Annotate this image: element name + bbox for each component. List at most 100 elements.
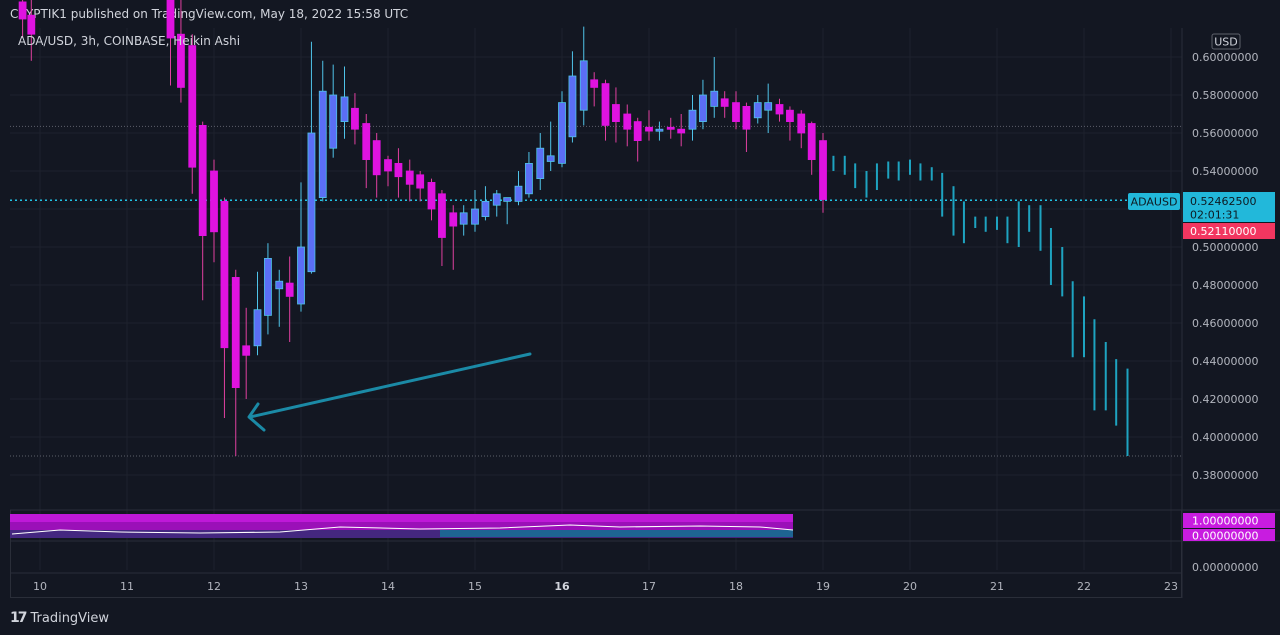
candle-body — [688, 109, 697, 130]
candle-body — [786, 109, 794, 122]
candle-body — [590, 79, 599, 88]
osc-tick-label: 0.00000000 — [1192, 530, 1258, 543]
tradingview-logo-icon: 17 — [10, 610, 28, 626]
oscillator-band-teal — [440, 530, 793, 537]
candle-body — [623, 113, 632, 130]
candle-body — [797, 113, 806, 134]
candle-body — [416, 174, 425, 189]
time-tick-label: 22 — [1077, 580, 1091, 593]
candle-body — [297, 246, 305, 305]
time-tick-label: 16 — [554, 580, 570, 593]
candle-body — [372, 140, 381, 176]
oscillator-band-top — [10, 514, 793, 522]
candle-body — [231, 276, 240, 388]
candle-body — [633, 121, 642, 141]
time-tick-label: 23 — [1164, 580, 1178, 593]
candle-body — [264, 257, 272, 316]
candle-body — [503, 197, 512, 202]
price-tick-label: 0.44000000 — [1192, 355, 1258, 368]
price-chart[interactable]: 0.60000000 0.58000000 0.56000000 0.54000000… — [0, 0, 1280, 600]
candle-body — [558, 102, 566, 164]
price-tick-label: 0.50000000 — [1192, 241, 1258, 254]
candle-body — [720, 98, 729, 107]
candle-body — [210, 170, 218, 233]
footer-bar — [0, 600, 1280, 635]
candle-body — [655, 128, 664, 132]
candle-body — [307, 132, 316, 273]
price-pane — [10, 28, 1182, 510]
candle-body — [612, 104, 620, 123]
candle-body — [188, 45, 197, 168]
candle-body — [384, 159, 392, 172]
time-tick-label: 13 — [294, 580, 308, 593]
candle-body — [351, 107, 359, 130]
candle-body — [601, 83, 610, 126]
time-tick-label: 17 — [642, 580, 656, 593]
candle-body — [753, 102, 762, 119]
time-tick-label: 14 — [381, 580, 395, 593]
price-tick-label: 0.56000000 — [1192, 127, 1258, 140]
candle-body — [645, 126, 653, 132]
candle-body — [807, 123, 816, 160]
osc-tick-label: 1.00000000 — [1192, 515, 1258, 528]
candle-body — [536, 147, 545, 179]
second-price-label: 0.52110000 — [1190, 225, 1256, 238]
candle-body — [677, 128, 686, 134]
candle-body — [546, 155, 555, 162]
time-tick-label: 11 — [120, 580, 134, 593]
price-tick-label: 0.54000000 — [1192, 165, 1258, 178]
candle-body — [471, 208, 479, 225]
symbol-tag-label: ADAUSD — [1131, 196, 1178, 209]
candle-body — [220, 200, 229, 349]
price-tick-label: 0.58000000 — [1192, 89, 1258, 102]
price-tick-label: 0.42000000 — [1192, 393, 1258, 406]
last-price-label: 0.52462500 — [1190, 195, 1256, 208]
candle-body — [362, 123, 371, 160]
candle-body — [166, 0, 175, 39]
candle-body — [318, 90, 327, 198]
currency-label: USD — [1214, 36, 1238, 49]
candle-body — [710, 90, 719, 107]
candle-body — [742, 106, 751, 130]
time-tick-label: 21 — [990, 580, 1004, 593]
candle-body — [18, 1, 27, 20]
time-tick-label: 19 — [816, 580, 830, 593]
candle-body — [438, 193, 446, 238]
candle-body — [459, 212, 468, 225]
candle-body — [699, 94, 707, 123]
price-tick-label: 0.60000000 — [1192, 51, 1258, 64]
candle-body — [198, 125, 207, 236]
price-tick-label: 0.46000000 — [1192, 317, 1258, 330]
candle-body — [275, 280, 284, 290]
candle-body — [666, 126, 675, 130]
candle-body — [514, 185, 523, 202]
candle-body — [394, 162, 403, 178]
candle-body — [405, 170, 414, 185]
candle-body — [525, 162, 533, 195]
time-tick-label: 12 — [207, 580, 221, 593]
candle-body — [732, 102, 740, 122]
candle-body — [764, 102, 773, 111]
tradingview-brand[interactable]: 17 TradingView — [10, 610, 109, 626]
candle-body — [568, 75, 577, 138]
price-tick-label: 0.40000000 — [1192, 431, 1258, 444]
time-tick-label: 18 — [729, 580, 743, 593]
candle-body — [481, 200, 490, 217]
candle-body — [449, 212, 458, 227]
candle-body — [427, 181, 436, 210]
price-tick-label: 0.48000000 — [1192, 279, 1258, 292]
zero-tick-label: 0.00000000 — [1192, 561, 1258, 574]
candle-body — [329, 94, 338, 149]
candle-body — [340, 96, 349, 123]
countdown-label: 02:01:31 — [1190, 209, 1239, 222]
candle-body — [242, 345, 251, 356]
price-tick-label: 0.38000000 — [1192, 469, 1258, 482]
symbol-legend: ADA/USD, 3h, COINBASE, Heikin Ashi — [18, 34, 241, 48]
brand-label: TradingView — [30, 610, 110, 626]
candle-body — [492, 193, 501, 206]
candle-body — [579, 60, 588, 111]
time-tick-label: 20 — [903, 580, 917, 593]
time-tick-label: 10 — [33, 580, 47, 593]
candle-body — [819, 140, 827, 200]
candle-body — [253, 309, 262, 347]
